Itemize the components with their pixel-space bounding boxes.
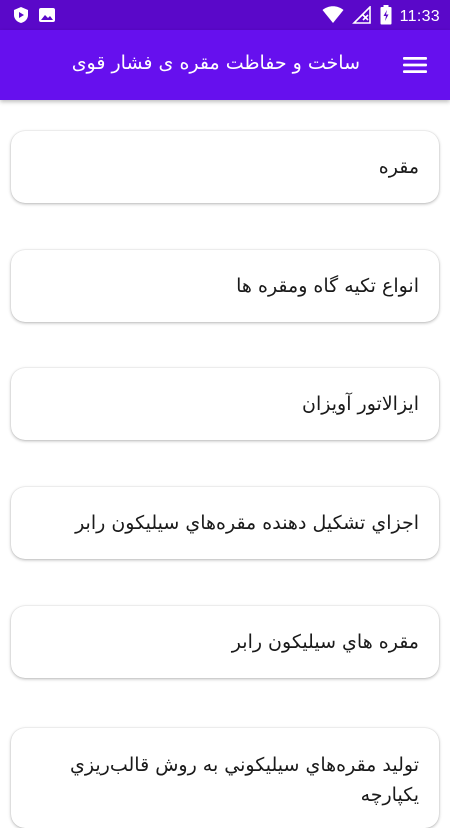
list-item[interactable]: انواع تکیه گاه ومقره ها bbox=[11, 250, 439, 322]
list-item[interactable]: ایزالاتور آویزان bbox=[11, 368, 439, 440]
topic-list: مقره انواع تکیه گاه ومقره ها ایزالاتور آ… bbox=[0, 100, 450, 828]
list-item-label: مقره bbox=[378, 156, 419, 178]
wifi-icon bbox=[322, 6, 344, 28]
status-time: 11:33 bbox=[399, 8, 440, 25]
list-item[interactable]: اجزاي تشكيل دهنده مقره‌هاي سيليكون رابر bbox=[11, 487, 439, 559]
list-item[interactable]: توليد مقره‌هاي سيليكوني به روش قالب‌ريزي… bbox=[11, 728, 439, 828]
status-right-icons: 11:33 bbox=[322, 5, 440, 29]
app-title: ساخت و حفاظت مقره ی فشار قوی bbox=[71, 52, 360, 74]
list-item-label: مقره هاي سيليكون رابر bbox=[231, 631, 419, 653]
shield-play-icon bbox=[12, 6, 30, 28]
status-left-icons bbox=[12, 6, 56, 28]
list-item-label: اجزاي تشكيل دهنده مقره‌هاي سيليكون رابر bbox=[75, 512, 419, 534]
list-item[interactable]: مقره هاي سيليكون رابر bbox=[11, 606, 439, 678]
list-item-label: انواع تکیه گاه ومقره ها bbox=[236, 275, 419, 297]
battery-charging-icon bbox=[380, 5, 392, 29]
no-signal-icon bbox=[351, 5, 372, 28]
image-icon bbox=[38, 6, 56, 28]
list-item-label: توليد مقره‌هاي سيليكوني به روش قالب‌ريزي… bbox=[70, 754, 419, 806]
status-bar: 11:33 bbox=[0, 0, 450, 30]
list-item-label: ایزالاتور آویزان bbox=[302, 393, 419, 415]
menu-button[interactable] bbox=[402, 54, 428, 76]
list-item[interactable]: مقره bbox=[11, 131, 439, 203]
app-bar: ساخت و حفاظت مقره ی فشار قوی bbox=[0, 30, 450, 100]
hamburger-menu-icon bbox=[402, 57, 428, 80]
